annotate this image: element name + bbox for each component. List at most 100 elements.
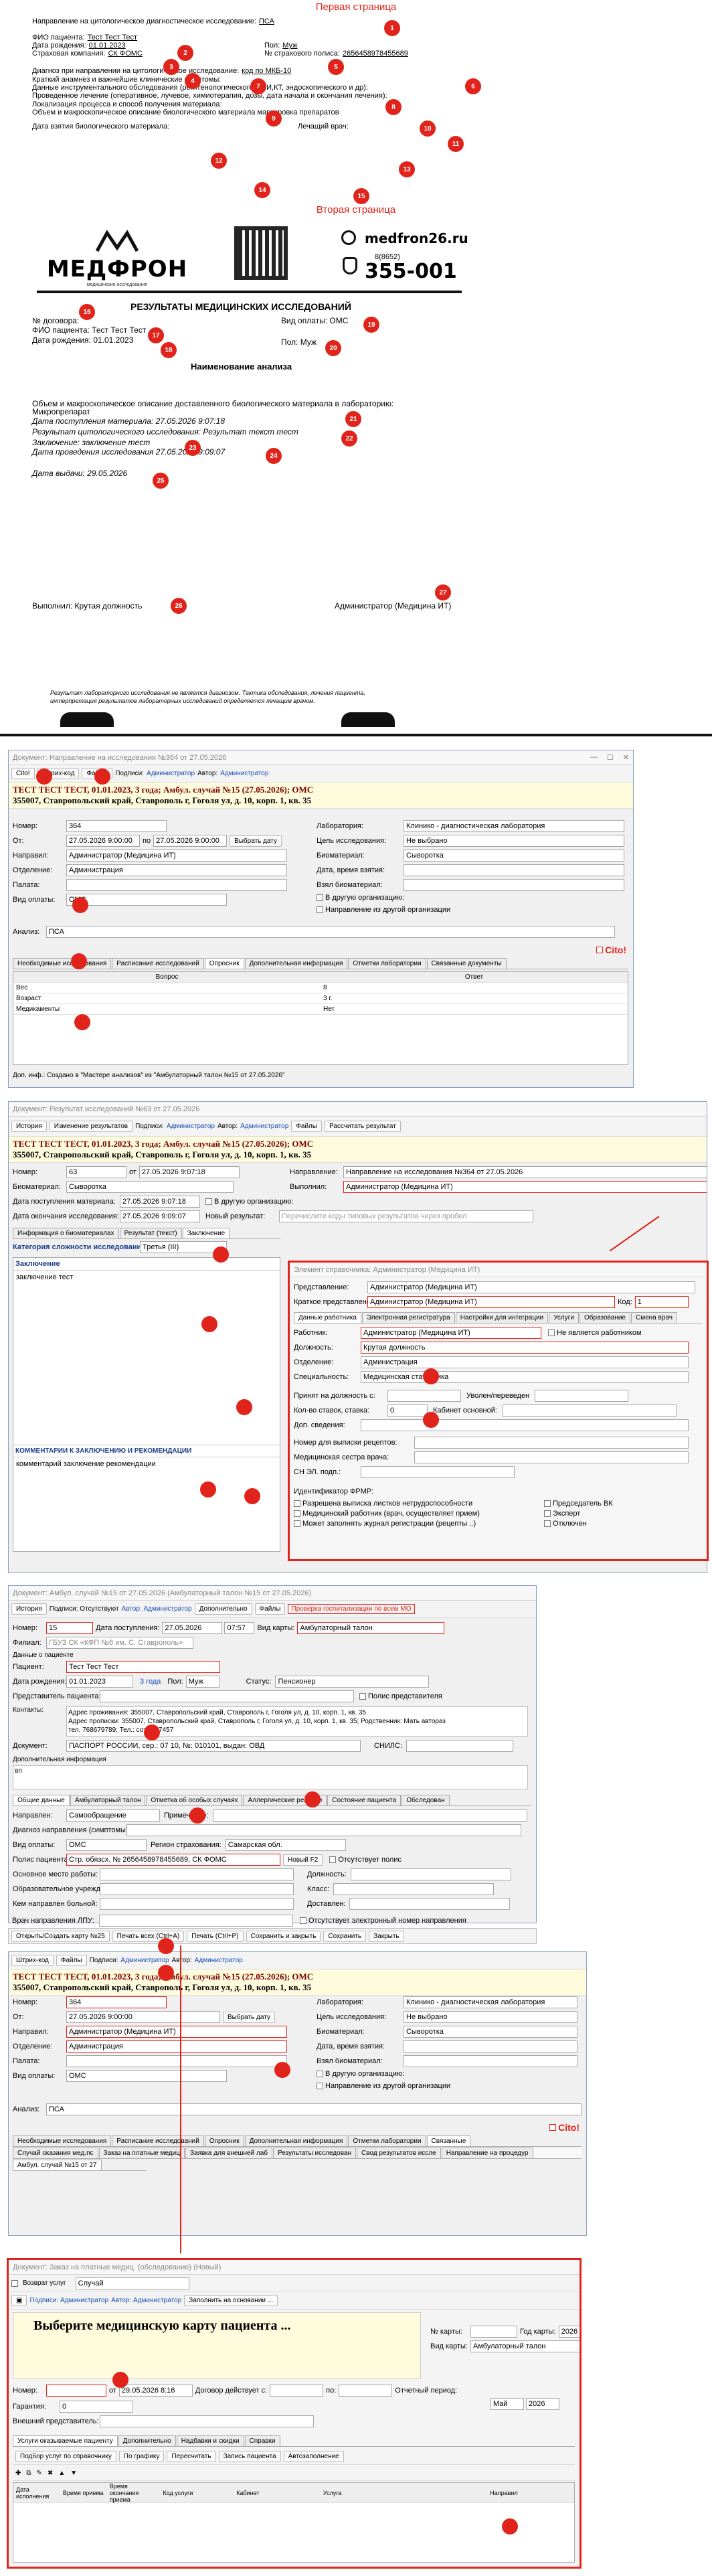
- w1tabs-tab-1[interactable]: Расписание исследований: [112, 958, 204, 969]
- snils-field[interactable]: [406, 1740, 514, 1752]
- cito-flag[interactable]: Cito!: [596, 945, 626, 955]
- lpu-field[interactable]: [99, 1915, 293, 1927]
- w2tabs-tab-1[interactable]: Результат (текст): [119, 1228, 182, 1238]
- signatures-link[interactable]: Администратор: [167, 1123, 215, 1130]
- r2-signatures-link[interactable]: Администратор: [120, 1957, 169, 1964]
- amb-bottom-button-3[interactable]: Сохранить и закрыть: [246, 1930, 321, 1942]
- amb-bottom-button-1[interactable]: Печать всех (Ctrl+A): [112, 1930, 185, 1942]
- w5subtabs-tab-1[interactable]: Заказ на платные медиц: [98, 2148, 185, 2158]
- new-result-input[interactable]: Перечислите коды типовых результатов чер…: [279, 1210, 533, 1222]
- rep-policy-checkbox[interactable]: [359, 1693, 366, 1700]
- bio-field[interactable]: Сыворотка: [404, 850, 624, 862]
- diag-field[interactable]: [126, 1824, 521, 1836]
- napr-select[interactable]: Самообращение: [66, 1809, 160, 1822]
- r2-author-link[interactable]: Администратор: [195, 1957, 243, 1964]
- result-bio-field[interactable]: Сыворотка: [66, 1181, 234, 1193]
- lab-select[interactable]: Клинико - диагностическая лаборатория: [404, 820, 624, 832]
- amb-files-button[interactable]: Файлы: [254, 1603, 286, 1615]
- w5tabs-tab-1[interactable]: Расписание исследований: [112, 2136, 204, 2146]
- to-field[interactable]: 27.05.2026 9:00:00: [153, 835, 228, 847]
- author-link[interactable]: Администратор: [220, 770, 268, 777]
- amb-more-button[interactable]: Дополнительно: [194, 1603, 252, 1615]
- doc-field[interactable]: ПАСПОРТ РОССИИ, сер.: 07 10, №: 010101, …: [66, 1740, 361, 1752]
- change-results-button[interactable]: Изменение результатов: [49, 1121, 133, 1132]
- r2-cito-flag[interactable]: Cito!: [549, 2122, 580, 2133]
- w1tabs-tab-4[interactable]: Отметки лаборатории: [348, 958, 426, 969]
- goal-select[interactable]: Не выбрано: [404, 835, 624, 847]
- r2-dept-field[interactable]: Администрация: [66, 2040, 287, 2052]
- comment-text[interactable]: комментарий заключение рекомендации: [13, 1457, 280, 1471]
- amb-bottom-button-5[interactable]: Закрыть: [369, 1930, 404, 1942]
- recv-field[interactable]: 27.05.2026 9:07:18: [120, 1196, 200, 1208]
- history-button[interactable]: История: [11, 1121, 47, 1132]
- edu-field[interactable]: [100, 1883, 294, 1895]
- r2-directed-field[interactable]: Администратор (Медицина ИТ): [66, 2026, 287, 2038]
- maximize-icon[interactable]: ☐: [607, 753, 614, 762]
- r2-sub2-tab[interactable]: Амбул. случай №15 от 27: [13, 2160, 102, 2170]
- r2-ward-field[interactable]: [66, 2055, 287, 2067]
- amb-bottom-button-0[interactable]: Открыть/Создать карту №25: [11, 1930, 110, 1942]
- w4tabs-tab-0[interactable]: Общие данные: [13, 1795, 70, 1805]
- amb-author[interactable]: Автор: Администратор: [122, 1605, 192, 1613]
- w5subtabs-tab-4[interactable]: Свод результатов иссле: [356, 2148, 441, 2158]
- direction-field[interactable]: Направление на исследования №364 от 27.0…: [343, 1166, 707, 1178]
- amb-dob-field[interactable]: 01.01.2023: [66, 1676, 133, 1688]
- r2-files-button[interactable]: Файлы: [56, 1955, 87, 1966]
- w5subtabs-tab-2[interactable]: Заявка для внешней лаб: [185, 2148, 273, 2158]
- files-button[interactable]: Файлы: [291, 1121, 323, 1132]
- w5tabs-tab-2[interactable]: Опросник: [204, 2136, 244, 2146]
- took-field[interactable]: [404, 879, 624, 891]
- r2-pay-select[interactable]: ОМС: [66, 2070, 227, 2082]
- amb-post-field[interactable]: [350, 1868, 511, 1880]
- amb-status-select[interactable]: Пенсионер: [275, 1676, 430, 1688]
- r2-lab-select[interactable]: Клинико - диагностическая лаборатория: [404, 1996, 577, 2008]
- conclusion-text[interactable]: заключение тест: [13, 1271, 280, 1404]
- amb-sex-select[interactable]: Муж: [185, 1676, 219, 1688]
- r2-goal-select[interactable]: Не выбрано: [404, 2011, 577, 2023]
- w4tabs-tab-5[interactable]: Обследован: [402, 1795, 450, 1805]
- policy-field[interactable]: Стр. обязсх. № 2656458978455689, СК ФОМС: [66, 1854, 280, 1866]
- r2-barcode-button[interactable]: Штрих-код: [11, 1955, 54, 1966]
- signatures-link[interactable]: Администратор: [147, 770, 195, 777]
- dept-field[interactable]: Администрация: [66, 864, 287, 876]
- r2-other-org-checkbox[interactable]: [317, 2071, 323, 2077]
- w5tabs-tab-5[interactable]: Связанные: [426, 2136, 471, 2146]
- directed-field[interactable]: Администратор (Медицина ИТ): [66, 850, 287, 862]
- amb-history-button[interactable]: История: [11, 1603, 47, 1615]
- w4tabs-tab-2[interactable]: Отметка об особых случаях: [146, 1795, 243, 1805]
- r2-choose-date[interactable]: Выбрать дату: [223, 2011, 275, 2023]
- take-date-field[interactable]: [404, 864, 624, 876]
- amb-number-field[interactable]: 15: [46, 1622, 93, 1634]
- amb-bottom-button-2[interactable]: Печать (Ctrl+P): [187, 1930, 244, 1942]
- work-field[interactable]: [100, 1868, 294, 1880]
- other-org-checkbox[interactable]: [317, 894, 323, 901]
- analysis-field[interactable]: ПСА: [46, 926, 615, 938]
- question-row[interactable]: Медикаменты Нет: [13, 1004, 628, 1015]
- r2-analysis-field[interactable]: ПСА: [46, 2103, 582, 2115]
- amb-patient-field[interactable]: Тест Тест Тест: [66, 1661, 220, 1673]
- result-number-field[interactable]: 63: [66, 1166, 126, 1178]
- amb-bottom-button-4[interactable]: Сохранить: [323, 1930, 367, 1942]
- result-other-org-checkbox[interactable]: [205, 1198, 212, 1205]
- new-policy-button[interactable]: Новый F2: [283, 1854, 323, 1866]
- end-field[interactable]: 27.05.2026 9:09:07: [120, 1210, 200, 1222]
- r2-took-field[interactable]: [404, 2055, 577, 2067]
- w5subtabs-tab-5[interactable]: Направление на процедур: [441, 2148, 533, 2158]
- w5subtabs-tab-0[interactable]: Случай оказания мед.пс: [13, 2148, 98, 2158]
- ward-field[interactable]: [66, 879, 287, 891]
- w5tabs-tab-3[interactable]: Дополнительная информация: [244, 2136, 348, 2146]
- result-from-field[interactable]: 27.05.2026 9:07:18: [139, 1166, 240, 1178]
- choose-date-button[interactable]: Выбрать дату: [230, 835, 282, 847]
- w1tabs-tab-2[interactable]: Опросник: [204, 958, 244, 969]
- minimize-icon[interactable]: —: [590, 753, 598, 762]
- w4tabs-tab-1[interactable]: Амбулаторный талон: [70, 1795, 146, 1805]
- hosp-check-button[interactable]: Проверка госпитализации по всем МО: [288, 1604, 415, 1614]
- w4tabs-tab-4[interactable]: Состояние пациента: [327, 1795, 402, 1805]
- r2-bio-field[interactable]: Сыворотка: [404, 2026, 577, 2038]
- r2-number-field[interactable]: 364: [66, 1996, 167, 2008]
- addinfo-text[interactable]: вп: [13, 1765, 528, 1789]
- w5tabs-tab-0[interactable]: Необходимые исследования: [13, 2136, 112, 2146]
- who-field[interactable]: [100, 1898, 294, 1910]
- r2-from-field[interactable]: 27.05.2026 9:00:00: [66, 2011, 220, 2023]
- no-el-checkbox[interactable]: [300, 1917, 306, 1924]
